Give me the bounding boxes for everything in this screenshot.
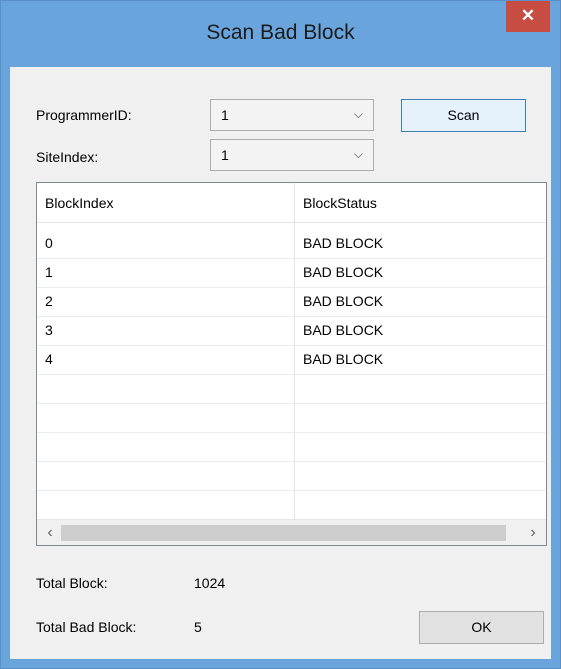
site-index-label: SiteIndex:: [36, 149, 99, 165]
cell-block-index: 2: [45, 293, 53, 309]
table-row[interactable]: [37, 432, 546, 462]
programmer-id-label: ProgrammerID:: [36, 107, 132, 123]
table-header: BlockIndex BlockStatus: [37, 183, 546, 223]
table-row[interactable]: 0 BAD BLOCK: [37, 229, 546, 259]
scan-button[interactable]: Scan: [401, 99, 526, 132]
ok-button[interactable]: OK: [419, 611, 544, 644]
cell-block-status: BAD BLOCK: [303, 322, 384, 338]
cell-block-status: BAD BLOCK: [303, 235, 384, 251]
table-row[interactable]: 1 BAD BLOCK: [37, 258, 546, 288]
table-row[interactable]: [37, 374, 546, 404]
total-block-label: Total Block:: [36, 575, 108, 591]
site-index-select[interactable]: 1 ⌵: [210, 139, 374, 171]
cell-block-status: BAD BLOCK: [303, 351, 384, 367]
table-row[interactable]: 4 BAD BLOCK: [37, 345, 546, 375]
block-table[interactable]: BlockIndex BlockStatus 0 BAD BLOCK 1 BAD…: [36, 182, 547, 546]
cell-block-index: 1: [45, 264, 53, 280]
table-row[interactable]: 3 BAD BLOCK: [37, 316, 546, 346]
title-bar[interactable]: Scan Bad Block ✕: [1, 1, 560, 67]
programmer-id-select[interactable]: 1 ⌵: [210, 99, 374, 131]
dialog-title: Scan Bad Block: [206, 21, 355, 44]
chevron-down-icon: ⌵: [353, 107, 363, 121]
table-row[interactable]: 2 BAD BLOCK: [37, 287, 546, 317]
column-header-blockindex[interactable]: BlockIndex: [45, 195, 113, 211]
close-icon: ✕: [520, 6, 536, 25]
scroll-right-icon[interactable]: ›: [522, 523, 544, 543]
scan-bad-block-dialog: Scan Bad Block ✕ ProgrammerID: 1 ⌵ Scan …: [0, 0, 561, 669]
dialog-body: ProgrammerID: 1 ⌵ Scan SiteIndex: 1 ⌵ Bl…: [10, 67, 551, 659]
cell-block-status: BAD BLOCK: [303, 293, 384, 309]
cell-block-status: BAD BLOCK: [303, 264, 384, 280]
close-button[interactable]: ✕: [506, 1, 550, 32]
cell-block-index: 4: [45, 351, 53, 367]
table-row[interactable]: [37, 403, 546, 433]
horizontal-scrollbar[interactable]: ‹ ›: [37, 519, 546, 545]
total-bad-block-value: 5: [194, 619, 202, 635]
table-row[interactable]: [37, 490, 546, 520]
site-index-value: 1: [221, 147, 229, 163]
total-bad-block-label: Total Bad Block:: [36, 619, 137, 635]
scrollbar-thumb[interactable]: [61, 525, 506, 541]
table-row[interactable]: [37, 461, 546, 491]
programmer-id-value: 1: [221, 107, 229, 123]
cell-block-index: 3: [45, 322, 53, 338]
scroll-left-icon[interactable]: ‹: [39, 523, 61, 543]
total-block-value: 1024: [194, 575, 226, 591]
column-header-blockstatus[interactable]: BlockStatus: [303, 195, 377, 211]
chevron-down-icon: ⌵: [353, 147, 363, 161]
cell-block-index: 0: [45, 235, 53, 251]
